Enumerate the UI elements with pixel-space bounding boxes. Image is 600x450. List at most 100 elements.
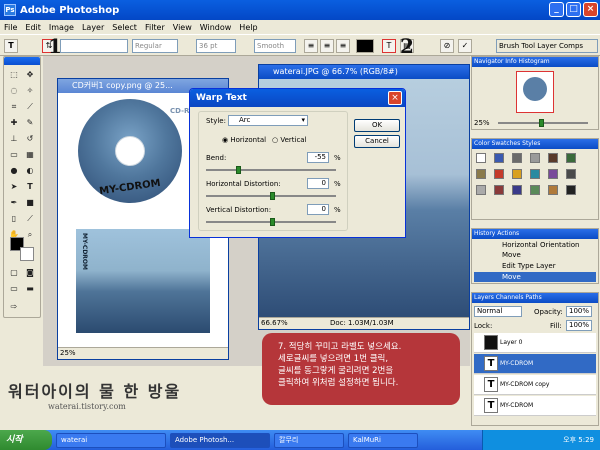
menu-select[interactable]: Select: [112, 23, 137, 32]
font-family-field[interactable]: [60, 39, 128, 53]
brush-tool-icon[interactable]: ✎: [23, 117, 37, 129]
style-swatch[interactable]: [566, 153, 576, 163]
shape-tool-icon[interactable]: ■: [23, 197, 37, 209]
cancel-icon[interactable]: ⊘: [440, 39, 454, 53]
style-swatch[interactable]: [512, 153, 522, 163]
type-tool-icon[interactable]: T: [4, 39, 18, 53]
crop-tool-icon[interactable]: ⌗: [7, 101, 21, 113]
type-tool-icon[interactable]: T: [23, 181, 37, 193]
screen-mode-icon[interactable]: ▭: [7, 283, 21, 295]
style-swatch[interactable]: [512, 185, 522, 195]
vertical-distortion-slider[interactable]: [206, 218, 336, 226]
style-select[interactable]: Arc ▾: [228, 115, 308, 126]
style-swatch[interactable]: [476, 153, 486, 163]
stamp-tool-icon[interactable]: ⊥: [7, 133, 21, 145]
gradient-tool-icon[interactable]: ▦: [23, 149, 37, 161]
menu-file[interactable]: File: [4, 23, 17, 32]
path-select-icon[interactable]: ➤: [7, 181, 21, 193]
quickmask-mode-icon[interactable]: ◙: [23, 267, 37, 279]
fullscreen-mode-icon[interactable]: ▬: [23, 283, 37, 295]
style-swatch[interactable]: [548, 169, 558, 179]
taskbar-item[interactable]: waterai: [56, 432, 166, 448]
warp-close-button[interactable]: ×: [388, 91, 402, 105]
bend-slider[interactable]: [206, 166, 336, 174]
commit-icon[interactable]: ✓: [458, 39, 472, 53]
dodge-tool-icon[interactable]: ◐: [23, 165, 37, 177]
style-swatch[interactable]: [494, 185, 504, 195]
navigator-zoom-slider[interactable]: [498, 119, 588, 127]
horizontal-radio[interactable]: ◉ Horizontal: [222, 136, 266, 144]
style-swatch[interactable]: [566, 169, 576, 179]
warp-text-button[interactable]: T: [382, 39, 396, 53]
imageready-icon[interactable]: ⇨: [7, 301, 21, 313]
history-brush-icon[interactable]: ↺: [23, 133, 37, 145]
layer-row[interactable]: Layer 0: [474, 333, 596, 353]
style-swatch[interactable]: [494, 169, 504, 179]
history-item-selected[interactable]: Move: [474, 272, 596, 282]
menu-layer[interactable]: Layer: [82, 23, 104, 32]
opacity-field[interactable]: 100%: [566, 306, 592, 317]
vertical-distortion-field[interactable]: 0: [307, 204, 329, 215]
blend-mode-select[interactable]: Normal: [474, 306, 522, 317]
maximize-button[interactable]: □: [566, 2, 581, 17]
font-style-field[interactable]: Regular: [132, 39, 178, 53]
ok-button[interactable]: OK: [354, 119, 400, 132]
marquee-tool-icon[interactable]: ⬚: [7, 69, 21, 81]
blur-tool-icon[interactable]: ●: [7, 165, 21, 177]
start-button[interactable]: 시작: [0, 430, 52, 450]
taskbar-item[interactable]: KalMuRi: [348, 432, 418, 448]
menu-edit[interactable]: Edit: [25, 23, 41, 32]
antialias-field[interactable]: Smooth: [254, 39, 296, 53]
notes-tool-icon[interactable]: ▯: [7, 213, 21, 225]
move-tool-icon[interactable]: ✥: [23, 69, 37, 81]
text-color-swatch[interactable]: [356, 39, 374, 53]
navigator-tabs[interactable]: Navigator Info Histogram: [472, 57, 598, 67]
horizontal-distortion-slider[interactable]: [206, 192, 336, 200]
navigator-zoom[interactable]: 25%: [474, 119, 490, 127]
pen-tool-icon[interactable]: ✒: [7, 197, 21, 209]
close-button[interactable]: ×: [583, 2, 598, 17]
align-center-button[interactable]: ≡: [320, 39, 334, 53]
style-swatch[interactable]: [548, 153, 558, 163]
bend-field[interactable]: -55: [307, 152, 329, 163]
history-item[interactable]: Move: [502, 251, 521, 259]
style-swatch[interactable]: [530, 153, 540, 163]
fill-field[interactable]: 100%: [566, 320, 592, 331]
horizontal-distortion-field[interactable]: 0: [307, 178, 329, 189]
cancel-button[interactable]: Cancel: [354, 135, 400, 148]
style-swatch[interactable]: [512, 169, 522, 179]
zoom-tool-icon[interactable]: ⌕: [23, 229, 37, 241]
style-swatch[interactable]: [494, 153, 504, 163]
layer-row[interactable]: T MY-CDROM: [474, 396, 596, 416]
menu-help[interactable]: Help: [239, 23, 257, 32]
navigator-thumbnail[interactable]: [516, 71, 554, 113]
font-size-field[interactable]: 36 pt: [196, 39, 236, 53]
magic-wand-tool-icon[interactable]: ✧: [23, 85, 37, 97]
style-swatch[interactable]: [476, 185, 486, 195]
menu-image[interactable]: Image: [49, 23, 74, 32]
align-right-button[interactable]: ≡: [336, 39, 350, 53]
layer-row-selected[interactable]: T MY-CDROM: [474, 354, 596, 374]
history-item[interactable]: Edit Type Layer: [502, 262, 556, 270]
history-item[interactable]: Horizontal Orientation: [502, 241, 580, 249]
menu-view[interactable]: View: [173, 23, 192, 32]
standard-mode-icon[interactable]: ▢: [7, 267, 21, 279]
eraser-tool-icon[interactable]: ▭: [7, 149, 21, 161]
eyedropper-tool-icon[interactable]: ⟋: [23, 213, 37, 225]
style-swatch[interactable]: [548, 185, 558, 195]
style-swatch[interactable]: [566, 185, 576, 195]
history-tabs[interactable]: History Actions: [472, 229, 598, 239]
vertical-radio[interactable]: ○ Vertical: [272, 136, 307, 144]
menu-filter[interactable]: Filter: [145, 23, 165, 32]
layers-tabs[interactable]: Layers Channels Paths: [472, 293, 598, 303]
lasso-tool-icon[interactable]: ◌: [7, 85, 21, 97]
taskbar-item[interactable]: 칼무리: [274, 432, 344, 448]
healing-tool-icon[interactable]: ✚: [7, 117, 21, 129]
styles-tabs[interactable]: Color Swatches Styles: [472, 139, 598, 149]
minimize-button[interactable]: _: [549, 2, 564, 17]
layer-row[interactable]: T MY-CDROM copy: [474, 375, 596, 395]
style-swatch[interactable]: [530, 169, 540, 179]
palette-well-tabs[interactable]: Brush Tool Layer Comps: [496, 39, 598, 53]
bend-slider-thumb[interactable]: [236, 166, 241, 174]
style-swatch[interactable]: [530, 185, 540, 195]
